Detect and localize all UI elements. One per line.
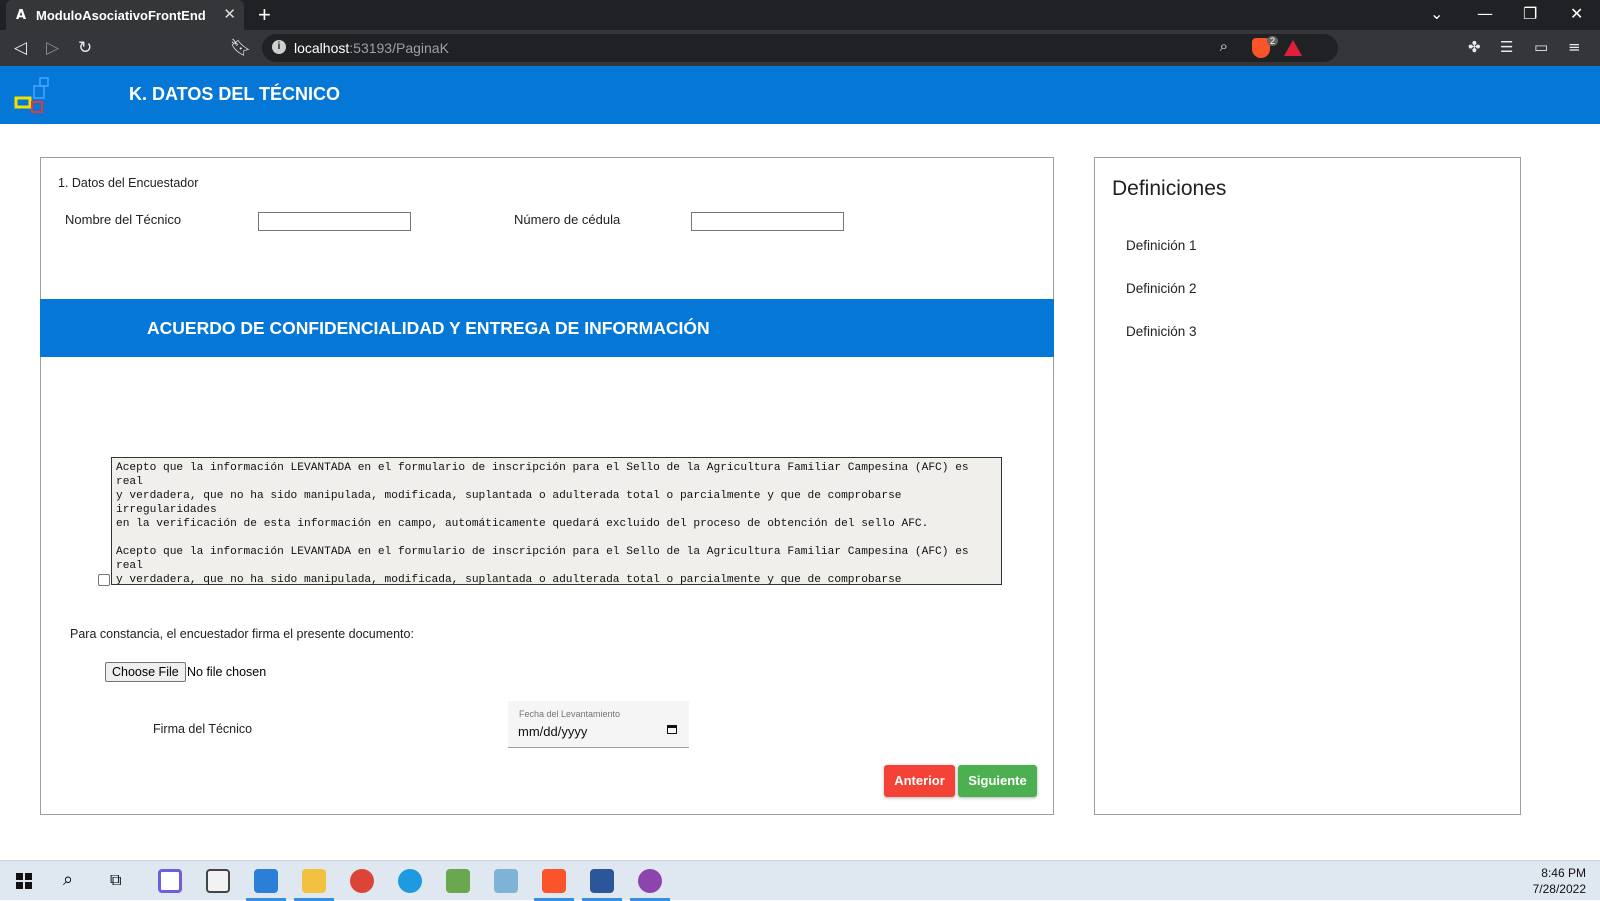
github-desktop-icon[interactable] (638, 869, 662, 893)
menu-icon[interactable]: ≡ (1568, 38, 1581, 56)
definition-item[interactable]: Definición 2 (1126, 281, 1197, 296)
id-number-label: Número de cédula (514, 212, 621, 227)
choose-file-button[interactable]: Choose File (105, 662, 186, 682)
shields-count-badge: 2 (1266, 36, 1278, 46)
app-icon[interactable] (494, 869, 518, 893)
restore-button[interactable]: ❐ (1523, 4, 1537, 23)
file-status-text: No file chosen (187, 665, 267, 679)
app-favicon-icon: A (16, 8, 27, 23)
date-input-value[interactable]: mm/dd/yyyy (518, 724, 587, 739)
address-bar[interactable]: i localhost:53193/PaginaK ⌕ 2 (262, 34, 1338, 62)
windows-taskbar: ⌕ ⧉ 8:46 PM 7/28/2022 (0, 860, 1600, 901)
browser-tab[interactable]: A ModuloAsociativoFrontEnd ✕ (6, 0, 244, 30)
app-icon[interactable] (206, 869, 230, 893)
word-icon[interactable] (590, 869, 614, 893)
wallet-icon[interactable]: ▭ (1534, 38, 1548, 56)
previous-button[interactable]: Anterior (884, 765, 955, 797)
extensions-icon[interactable]: ✤ (1468, 38, 1481, 56)
date-caption: Fecha del Levantamiento (519, 709, 621, 719)
id-number-input[interactable] (691, 212, 844, 231)
zoom-icon[interactable]: ⌕ (1220, 38, 1228, 55)
definition-item[interactable]: Definición 1 (1126, 238, 1197, 253)
agreement-checkbox[interactable] (98, 574, 110, 586)
system-clock[interactable]: 8:46 PM 7/28/2022 (1533, 865, 1586, 897)
tech-name-input[interactable] (258, 212, 411, 231)
next-button[interactable]: Siguiente (958, 765, 1037, 797)
definitions-panel: Definiciones Definición 1 Definición 2 D… (1094, 157, 1521, 815)
app-icon[interactable] (446, 869, 470, 893)
confidentiality-banner: ACUERDO DE CONFIDENCIALIDAD Y ENTREGA DE… (40, 299, 1054, 357)
clock-time: 8:46 PM (1541, 866, 1586, 880)
new-tab-button[interactable]: + (258, 2, 271, 28)
edge-icon[interactable] (398, 869, 422, 893)
url-text: localhost:53193/PaginaK (294, 40, 449, 56)
task-view-icon[interactable]: ⧉ (110, 870, 121, 890)
agreement-textarea[interactable]: Acepto que la información LEVANTADA en e… (111, 457, 1002, 585)
app-logo-icon (14, 77, 49, 113)
reading-list-icon[interactable]: ☰ (1500, 38, 1513, 56)
minimize-button[interactable]: — (1477, 4, 1493, 23)
calendar-icon[interactable] (667, 725, 677, 734)
search-icon[interactable]: ⌕ (63, 869, 73, 890)
back-icon[interactable]: ◁ (14, 38, 27, 58)
form-card: 1. Datos del Encuestador Nombre del Técn… (40, 157, 1054, 815)
section-title: 1. Datos del Encuestador (58, 176, 199, 190)
tab-search-chevron-icon[interactable]: ⌄ (1430, 4, 1443, 23)
bookmark-icon[interactable]: 🔖︎ (230, 38, 252, 58)
site-info-icon[interactable]: i (272, 40, 286, 54)
forward-icon[interactable]: ▷ (46, 38, 59, 58)
tech-name-label: Nombre del Técnico (65, 212, 182, 227)
definition-item[interactable]: Definición 3 (1126, 324, 1197, 339)
windows-start-icon[interactable] (16, 873, 32, 889)
tab-close-icon[interactable]: ✕ (223, 5, 236, 23)
brave-rewards-icon[interactable] (1284, 40, 1302, 56)
tab-title: ModuloAsociativoFrontEnd (36, 8, 206, 23)
definitions-title: Definiciones (1112, 177, 1227, 200)
signature-label: Firma del Técnico (153, 722, 253, 736)
app-header: K. DATOS DEL TÉCNICO (0, 66, 1600, 124)
close-window-button[interactable]: ✕ (1570, 4, 1583, 23)
browser-toolbar: ◁ ▷ ↻ 🔖︎ i localhost:53193/PaginaK ⌕ 2 ✤… (0, 30, 1600, 66)
banner-title: ACUERDO DE CONFIDENCIALIDAD Y ENTREGA DE… (147, 318, 710, 338)
survey-date-field[interactable]: Fecha del Levantamiento mm/dd/yyyy (508, 701, 689, 748)
file-explorer-icon[interactable] (302, 869, 326, 893)
reload-icon[interactable]: ↻ (78, 38, 92, 58)
vscode-icon[interactable] (254, 869, 278, 893)
browser-tabstrip: A ModuloAsociativoFrontEnd ✕ + ⌄ — ❐ ✕ (0, 0, 1600, 30)
clock-date: 7/28/2022 (1532, 882, 1586, 896)
brave-taskbar-icon[interactable] (542, 869, 566, 893)
chrome-icon[interactable] (350, 869, 374, 893)
page-title: K. DATOS DEL TÉCNICO (129, 84, 341, 104)
signature-prompt: Para constancia, el encuestador firma el… (70, 627, 414, 641)
app-icon[interactable] (158, 869, 182, 893)
